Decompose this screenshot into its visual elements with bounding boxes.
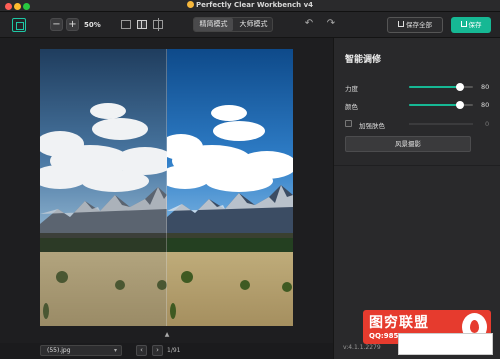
watermark-brand: 图穷联盟 [369, 315, 429, 331]
split-view-icon[interactable] [137, 20, 147, 29]
version-label: v:4.1.1.2279 [343, 344, 381, 351]
mode-simple-tab[interactable]: 精简模式 [194, 18, 233, 31]
skin-tone-value: 0 [485, 120, 490, 128]
strength-slider[interactable] [409, 83, 473, 91]
strength-slider-row: 力度 80 [345, 81, 495, 93]
skin-tone-slider[interactable] [409, 123, 473, 125]
window-title: Perfectly Clear Workbench v4 [195, 1, 314, 9]
undo-icon[interactable]: ↶ [304, 19, 314, 29]
save-all-label: 保存全部 [406, 21, 432, 29]
chevron-up-icon[interactable]: ▲ [163, 332, 171, 338]
download-icon [398, 21, 404, 27]
slider-label: 颜色 [345, 103, 358, 111]
slider-fill [409, 86, 461, 88]
file-select[interactable]: (55).jpg ▾ [40, 345, 122, 356]
prev-image-button[interactable]: ‹ [136, 345, 147, 356]
skin-tone-checkbox[interactable] [345, 120, 352, 127]
photo-after [167, 49, 293, 326]
save-label: 保存 [468, 21, 482, 29]
download-icon [460, 21, 467, 27]
color-slider[interactable] [409, 101, 473, 109]
window-title-wrap: Perfectly Clear Workbench v4 [0, 1, 500, 9]
photo-preview[interactable] [40, 49, 293, 326]
bottom-bar: (55).jpg ▾ ‹ › 1/91 [0, 343, 333, 359]
title-bar: Perfectly Clear Workbench v4 [0, 0, 500, 12]
compare-view-icon[interactable] [153, 18, 163, 31]
save-button[interactable]: 保存 [451, 17, 491, 33]
file-name: (55).jpg [47, 347, 71, 354]
skin-tone-row: 加强肤色 0 [345, 118, 495, 130]
slider-thumb[interactable] [456, 83, 465, 91]
toolbar: − + 50% 精简模式 大师模式 ↶ ↷ 保存全部 保存 [0, 12, 500, 38]
crop-icon[interactable] [12, 18, 26, 32]
redo-icon[interactable]: ↷ [326, 19, 336, 29]
watermark-box [398, 333, 493, 355]
save-all-button[interactable]: 保存全部 [387, 17, 443, 33]
landscape-before-image [40, 49, 167, 326]
mode-master-tab[interactable]: 大师模式 [234, 18, 273, 31]
mode-switch: 精简模式 大师模式 [193, 17, 273, 32]
zoom-in-button[interactable]: + [66, 18, 79, 31]
slider-value: 80 [481, 83, 490, 91]
image-canvas: ▲ [0, 38, 333, 343]
single-view-icon[interactable] [121, 20, 131, 29]
page-count: 1/91 [167, 347, 181, 354]
panel-divider [334, 165, 500, 166]
slider-thumb[interactable] [456, 101, 465, 109]
compare-divider[interactable] [166, 49, 167, 326]
skin-tone-label: 加强肤色 [359, 122, 385, 130]
landscape-preset-button[interactable]: 风景摄影 [345, 136, 471, 152]
zoom-level: 50% [84, 21, 101, 29]
photo-before [40, 49, 167, 326]
app-logo-icon [186, 1, 194, 8]
slider-value: 80 [481, 101, 490, 109]
zoom-out-button[interactable]: − [50, 18, 63, 31]
panel-title: 智能调修 [345, 55, 382, 65]
chevron-down-icon: ▾ [113, 347, 117, 354]
slider-label: 力度 [345, 85, 358, 93]
next-image-button[interactable]: › [152, 345, 163, 356]
color-slider-row: 颜色 80 [345, 99, 495, 111]
slider-fill [409, 104, 461, 106]
landscape-after-image [167, 49, 293, 326]
